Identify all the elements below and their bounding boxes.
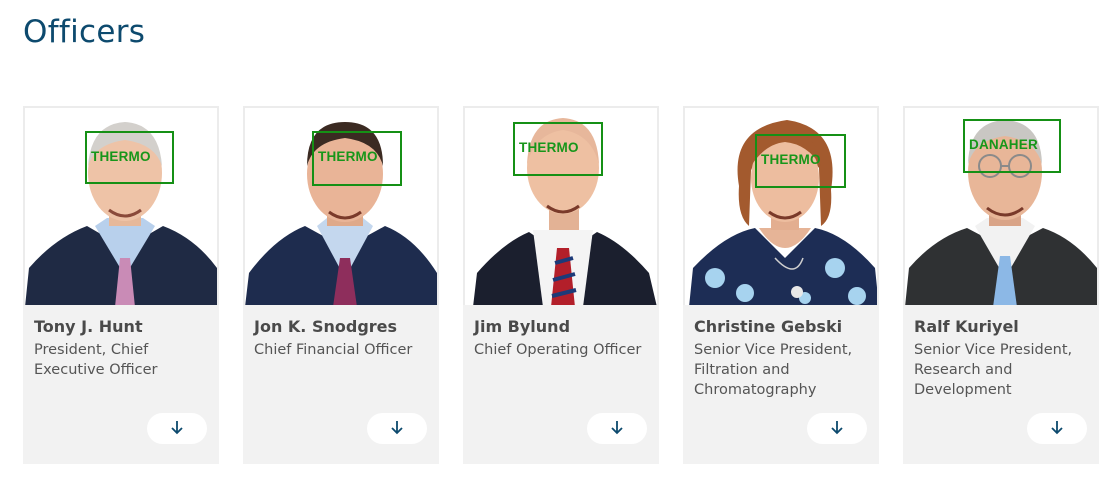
officer-card[interactable]: THERMO Jim Bylund Chief Operating Office… bbox=[463, 106, 659, 464]
company-logo-text: THERMO bbox=[761, 152, 821, 167]
officer-photo: THERMO bbox=[243, 106, 439, 305]
officer-card[interactable]: THERMO Jon K. Snodgres Chief Financial O… bbox=[243, 106, 439, 464]
arrow-down-icon bbox=[1051, 421, 1063, 435]
officer-card[interactable]: THERMO Christine Gebski Senior Vice Pres… bbox=[683, 106, 879, 464]
officer-photo: DANAHER bbox=[903, 106, 1099, 305]
company-logo-overlay: THERMO bbox=[85, 131, 174, 184]
arrow-down-icon bbox=[391, 421, 403, 435]
officer-title: Chief Operating Officer bbox=[474, 342, 642, 358]
officer-title: Chief Financial Officer bbox=[254, 342, 413, 358]
officer-name: Ralf Kuriyel bbox=[914, 317, 1019, 336]
expand-bio-button[interactable] bbox=[807, 413, 867, 444]
company-logo-text: THERMO bbox=[91, 149, 151, 164]
expand-bio-button[interactable] bbox=[587, 413, 647, 444]
officer-cards: THERMO Tony J. Hunt President, Chief Exe… bbox=[23, 106, 1103, 464]
officer-name: Jim Bylund bbox=[474, 317, 571, 336]
company-logo-text: DANAHER bbox=[969, 137, 1038, 152]
arrow-down-icon bbox=[831, 421, 843, 435]
company-logo-text: THERMO bbox=[519, 140, 579, 155]
company-logo-overlay: THERMO bbox=[755, 134, 846, 188]
arrow-down-icon bbox=[611, 421, 623, 435]
officer-photo: THERMO bbox=[23, 106, 219, 305]
officer-name: Christine Gebski bbox=[694, 317, 843, 336]
arrow-down-icon bbox=[171, 421, 183, 435]
officer-title: Senior Vice President, Research and Deve… bbox=[914, 342, 1073, 398]
company-logo-text: THERMO bbox=[318, 149, 378, 164]
expand-bio-button[interactable] bbox=[367, 413, 427, 444]
expand-bio-button[interactable] bbox=[1027, 413, 1087, 444]
expand-bio-button[interactable] bbox=[147, 413, 207, 444]
officer-name: Jon K. Snodgres bbox=[254, 317, 398, 336]
officer-card[interactable]: DANAHER Ralf Kuriyel Senior Vice Preside… bbox=[903, 106, 1099, 464]
officer-title: Senior Vice President, Filtration and Ch… bbox=[694, 342, 853, 398]
officer-photo: THERMO bbox=[463, 106, 659, 305]
officer-title: President, Chief Executive Officer bbox=[34, 342, 158, 378]
company-logo-overlay: THERMO bbox=[312, 131, 402, 186]
page-title: Officers bbox=[23, 14, 146, 50]
officer-card[interactable]: THERMO Tony J. Hunt President, Chief Exe… bbox=[23, 106, 219, 464]
company-logo-overlay: THERMO bbox=[513, 122, 603, 176]
officer-name: Tony J. Hunt bbox=[34, 317, 143, 336]
officer-photo: THERMO bbox=[683, 106, 879, 305]
company-logo-overlay: DANAHER bbox=[963, 119, 1061, 173]
